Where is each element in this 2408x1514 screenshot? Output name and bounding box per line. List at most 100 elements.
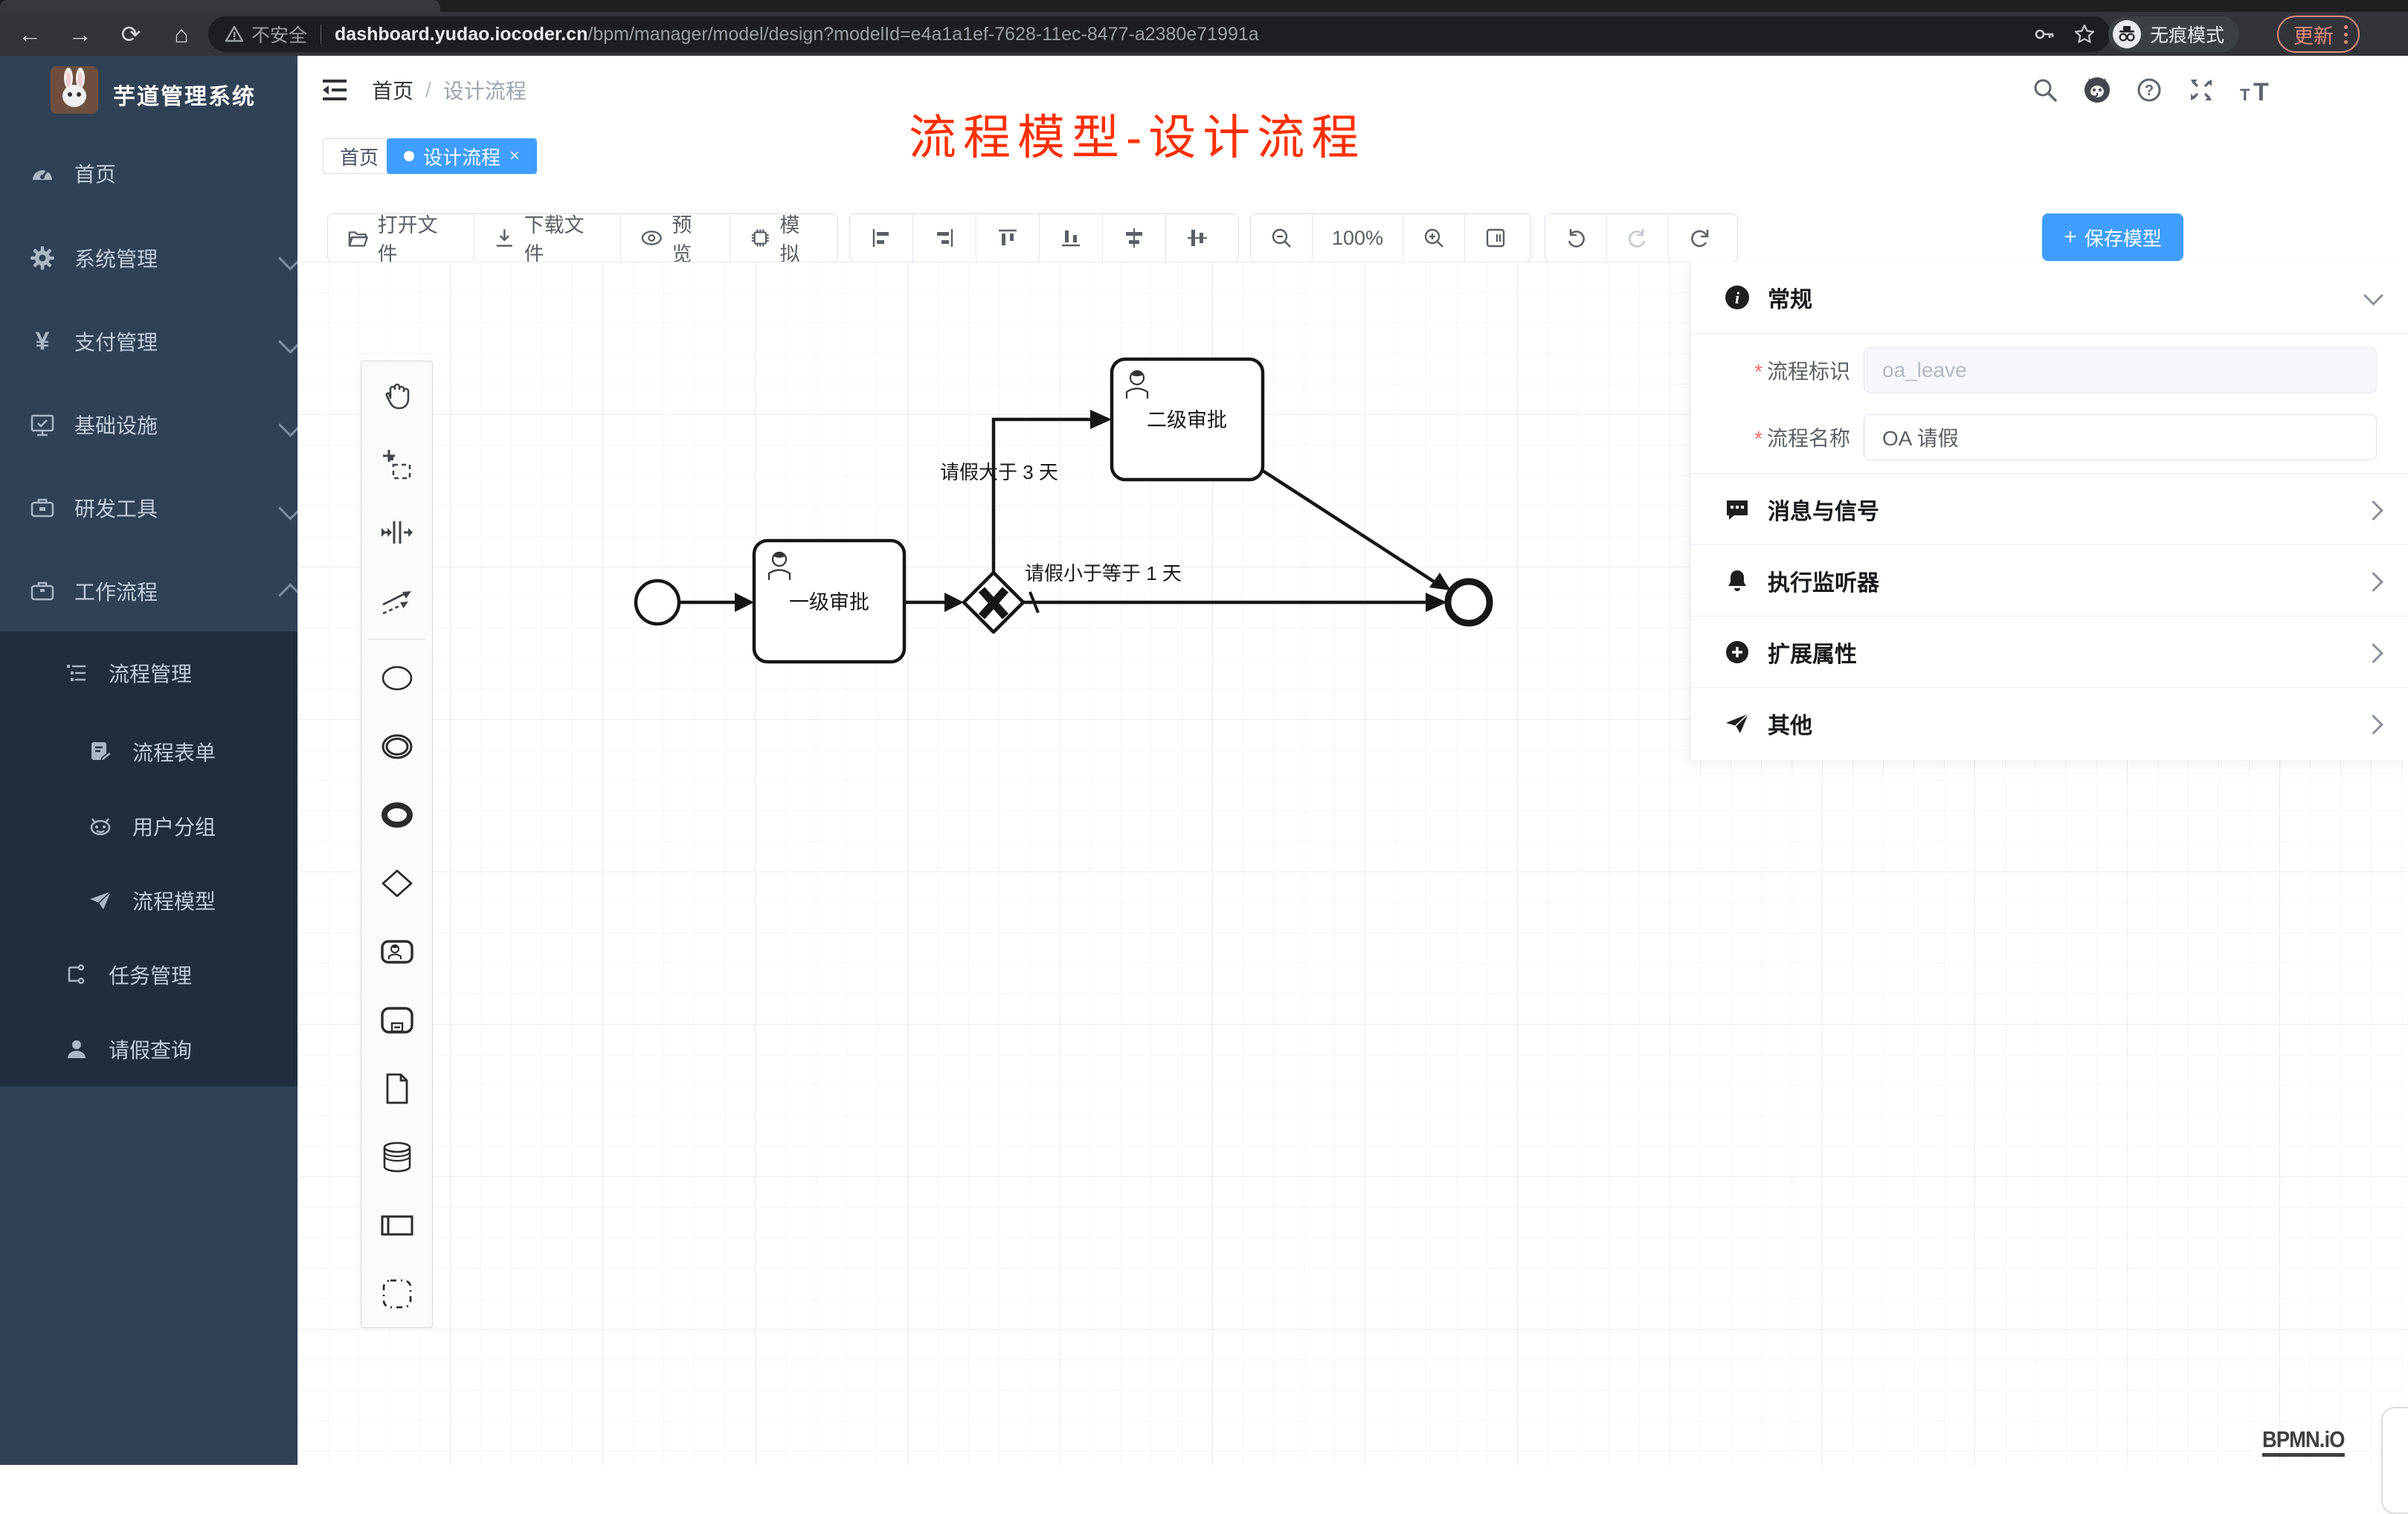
sidebar-item-payment[interactable]: ¥ 支付管理 xyxy=(0,300,327,383)
align-left-icon xyxy=(871,228,892,248)
close-icon[interactable]: × xyxy=(509,146,520,167)
back-icon[interactable]: ← xyxy=(15,19,45,49)
app-title: 芋道管理系统 xyxy=(113,78,256,111)
forward-icon[interactable]: → xyxy=(65,19,95,49)
chevron-right-icon xyxy=(2363,643,2383,663)
button-label: 打开文件 xyxy=(378,209,454,267)
sidebar-item-infra[interactable]: 基础设施 xyxy=(0,383,327,466)
browser-menu-icon[interactable] xyxy=(2344,25,2348,44)
reload-icon[interactable]: ⟳ xyxy=(116,19,146,49)
sidebar-item-label: 研发工具 xyxy=(74,493,158,523)
section-listeners[interactable]: 执行监听器 xyxy=(1690,545,2408,616)
redo-icon xyxy=(1626,227,1649,249)
plus-icon: + xyxy=(2064,225,2077,250)
form-row-process-key: *流程标识 xyxy=(1690,347,2408,393)
undo-button[interactable] xyxy=(1545,214,1607,262)
align-vertical-center-button[interactable] xyxy=(1103,214,1166,262)
briefcase-icon xyxy=(30,579,55,604)
message-icon xyxy=(1725,497,1750,522)
align-bottom-button[interactable] xyxy=(1040,214,1103,262)
align-horizontal-center-icon xyxy=(1187,228,1208,248)
section-other[interactable]: 其他 xyxy=(1690,688,2408,759)
end-event-node[interactable] xyxy=(1448,582,1490,623)
breadcrumb-home[interactable]: 首页 xyxy=(372,75,413,105)
sidebar-item-label: 用户分组 xyxy=(132,811,216,841)
align-horizontal-center-button[interactable] xyxy=(1166,214,1229,262)
align-right-button[interactable] xyxy=(913,214,976,262)
url-path: /bpm/manager/model/design?modelId=e4a1a1… xyxy=(587,24,1258,45)
collapse-sidebar-icon[interactable] xyxy=(320,75,350,105)
fit-viewport-button[interactable] xyxy=(1465,214,1526,262)
download-file-button[interactable]: 下载文件 xyxy=(474,214,621,262)
sidebar-item-workflow[interactable]: 工作流程 xyxy=(0,550,327,633)
sequence-flow-gateway-task2[interactable]: 请假大于 3 天 xyxy=(940,410,1112,573)
user-task-node-first[interactable]: 一级审批 xyxy=(754,541,904,662)
section-title: 其他 xyxy=(1768,707,1812,740)
sidebar-item-system[interactable]: 系统管理 xyxy=(0,216,327,300)
svg-text:?: ? xyxy=(2145,83,2154,99)
url-bar[interactable]: 不安全 dashboard.yudao.iocoder.cn/bpm/manag… xyxy=(208,16,2111,52)
sequence-flow-task1-gateway[interactable] xyxy=(904,593,964,612)
save-model-button[interactable]: + 保存模型 xyxy=(2042,213,2183,261)
chevron-right-icon xyxy=(2363,715,2383,735)
sidebar-item-label: 流程表单 xyxy=(132,737,216,767)
font-size-icon[interactable]: TT xyxy=(2238,78,2271,105)
home-icon[interactable]: ⌂ xyxy=(167,19,196,49)
open-file-button[interactable]: 打开文件 xyxy=(328,214,474,262)
process-name-input[interactable] xyxy=(1864,414,2377,460)
logo-row[interactable]: 芋道管理系统 xyxy=(0,56,297,130)
section-general[interactable]: i 常规 xyxy=(1690,262,2408,334)
svg-text:T: T xyxy=(2253,78,2269,105)
required-asterisk: * xyxy=(1754,427,1762,450)
sidebar-item-devtools[interactable]: 研发工具 xyxy=(0,466,327,550)
svg-text:i: i xyxy=(1735,289,1740,307)
incognito-icon xyxy=(2113,20,2141,48)
start-event-node[interactable] xyxy=(636,581,679,624)
file-button-group: 打开文件 下载文件 预览 模拟 xyxy=(327,213,838,262)
task-label: 一级审批 xyxy=(789,591,869,613)
help-icon[interactable]: ? xyxy=(2136,77,2163,103)
sidebar-item-home[interactable]: 首页 xyxy=(0,132,327,215)
sequence-flow-start-task1[interactable] xyxy=(679,593,754,612)
exclusive-gateway-node[interactable] xyxy=(964,573,1023,632)
zoom-in-button[interactable] xyxy=(1403,214,1465,262)
user-task-node-second[interactable]: 二级审批 xyxy=(1112,359,1263,480)
search-icon[interactable] xyxy=(2032,77,2058,103)
github-icon[interactable] xyxy=(2082,75,2112,105)
form-edit-icon xyxy=(88,740,113,764)
tree-list-icon xyxy=(64,661,89,685)
key-icon[interactable] xyxy=(2033,23,2056,45)
tab-label: 首页 xyxy=(340,143,379,170)
flow-label: 请假小于等于 1 天 xyxy=(1025,562,1182,584)
simulate-button[interactable]: 模拟 xyxy=(730,214,837,262)
sidebar-item-label: 流程模型 xyxy=(132,886,216,915)
browser-tab[interactable] xyxy=(0,0,440,12)
redo-button[interactable] xyxy=(1607,214,1669,262)
process-key-input[interactable] xyxy=(1864,347,2377,393)
sequence-flow-gateway-end[interactable]: 请假小于等于 1 天 xyxy=(1023,562,1447,613)
button-label: 预览 xyxy=(672,209,710,267)
align-top-button[interactable] xyxy=(976,214,1040,262)
fullscreen-icon[interactable] xyxy=(2188,77,2215,103)
update-button[interactable]: 更新 xyxy=(2277,16,2360,53)
section-title: 消息与信号 xyxy=(1768,493,1879,526)
bpmn-io-logo[interactable]: BPMN.iO xyxy=(2262,1426,2345,1457)
view-tab-design[interactable]: 设计流程 × xyxy=(387,138,537,174)
bookmark-star-icon[interactable] xyxy=(2073,23,2096,45)
sequence-flow-task2-end[interactable] xyxy=(1263,471,1451,590)
sidebar: 芋道管理系统 首页 系统管理 ¥ 支付管理 xyxy=(0,56,297,1465)
section-title: 执行监听器 xyxy=(1768,564,1879,597)
flow-branch-icon xyxy=(64,963,89,987)
zoom-button-group: 100% xyxy=(1250,213,1531,262)
view-tab-home[interactable]: 首页 xyxy=(323,138,396,174)
restart-button[interactable] xyxy=(1669,214,1730,262)
zoom-out-button[interactable] xyxy=(1251,214,1313,262)
sidebar-item-label: 首页 xyxy=(74,158,116,188)
section-messages[interactable]: 消息与信号 xyxy=(1690,474,2408,545)
browser-address-bar: ← → ⟳ ⌂ 不安全 dashboard.yudao.iocoder.cn/b… xyxy=(0,12,2408,56)
preview-button[interactable]: 预览 xyxy=(621,214,730,262)
align-left-button[interactable] xyxy=(850,214,913,262)
info-icon: i xyxy=(1725,285,1750,310)
section-extensions[interactable]: 扩展属性 xyxy=(1690,616,2408,688)
gear-icon xyxy=(30,245,55,271)
